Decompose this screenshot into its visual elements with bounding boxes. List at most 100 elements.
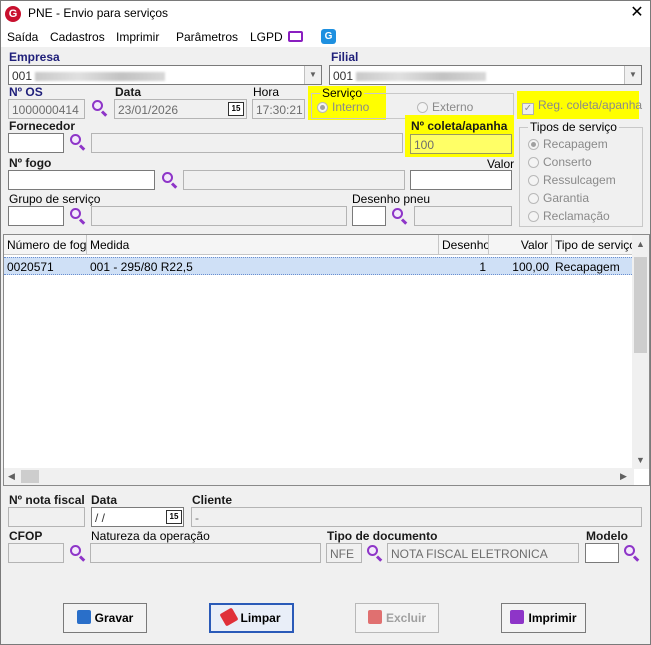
radio-conserto-label: Conserto [543,155,592,169]
menu-parametros[interactable]: Parâmetros [176,30,238,44]
scroll-up-icon[interactable]: ▲ [636,239,645,249]
main-window: G PNE - Envio para serviços ✕ Saída Cada… [0,0,651,645]
menu-bar: Saída Cadastros Imprimir Parâmetros LGPD… [1,27,650,47]
natureza-label: Natureza da operação [91,529,210,543]
radio-icon [528,157,539,168]
title-bar: G PNE - Envio para serviços ✕ [1,1,650,27]
horizontal-scrollbar[interactable]: ◀ ▶ [4,468,634,485]
footer-data-label: Data [91,493,118,507]
fornecedor-code-field[interactable] [8,133,64,153]
app-g-icon[interactable]: G [321,29,336,44]
scroll-thumb[interactable] [21,470,39,483]
menu-imprimir[interactable]: Imprimir [116,30,159,44]
modelo-label: Modelo [586,529,628,543]
menu-saida[interactable]: Saída [7,30,38,44]
grid-header: Número de fogo Medida Desenho Valor Tipo… [4,235,634,255]
col-numero-fogo[interactable]: Número de fogo [4,235,87,255]
hora-field: 17:30:21 [252,99,305,119]
valor-label: Valor [487,157,515,171]
filial-label: Filial [331,50,359,64]
valor-field[interactable] [410,170,512,190]
col-medida[interactable]: Medida [87,235,439,255]
window-title: PNE - Envio para serviços [28,6,169,20]
radio-reclamacao-label: Reclamação [543,209,610,223]
scroll-thumb[interactable] [634,257,647,353]
grupo-code-field[interactable] [8,206,64,226]
desenho-code-field[interactable] [352,206,386,226]
reg-coleta-checkbox[interactable]: ✓ Reg. coleta/apanha [522,98,642,115]
empresa-combo[interactable]: 001 ▼ [8,65,322,85]
excluir-button[interactable]: Excluir [355,603,439,633]
radio-icon [528,211,539,222]
os-label: Nº OS [9,85,43,99]
grupo-desc-field [91,206,347,226]
cfop-field [8,543,64,563]
items-grid[interactable]: Número de fogo Medida Desenho Valor Tipo… [3,234,650,486]
calendar-icon[interactable]: 15 [228,102,244,116]
imprimir-label: Imprimir [528,611,577,625]
search-icon[interactable] [623,544,641,562]
calendar-icon[interactable]: 15 [166,510,182,524]
cell-fogo: 0020571 [7,260,54,274]
chevron-down-icon[interactable]: ▼ [304,66,321,84]
search-icon[interactable] [91,99,109,117]
tipo-doc-desc-field: NOTA FISCAL ELETRONICA [387,543,579,563]
desenho-desc-field [414,206,512,226]
fogo-label: Nº fogo [9,156,52,170]
fogo-desc-field [183,170,405,190]
cell-valor: 100,00 [512,260,549,274]
scroll-right-icon[interactable]: ▶ [620,471,627,482]
cell-desenho: 1 [479,260,486,274]
col-tipo-servico[interactable]: Tipo de serviço [552,235,634,255]
coleta-field[interactable]: 100 [410,134,512,154]
col-desenho[interactable]: Desenho [439,235,489,255]
scroll-left-icon[interactable]: ◀ [8,471,15,482]
data-label: Data [115,85,142,99]
menu-lgpd[interactable]: LGPD [250,30,283,44]
imprimir-button[interactable]: Imprimir [501,603,586,633]
limpar-button[interactable]: Limpar [209,603,294,633]
radio-externo[interactable]: Externo [417,100,473,114]
reg-coleta-label: Reg. coleta/apanha [538,98,643,112]
fogo-field[interactable] [8,170,155,190]
vertical-scrollbar[interactable]: ▲ ▼ [632,235,649,469]
radio-ressulcagem[interactable]: Ressulcagem [528,173,616,187]
cliente-field: - [191,507,642,527]
search-icon[interactable] [391,207,409,225]
radio-ressulcagem-label: Ressulcagem [543,173,616,187]
gravar-button[interactable]: Gravar [63,603,147,633]
servico-title: Serviço [320,86,365,100]
radio-garantia[interactable]: Garantia [528,191,589,205]
fornecedor-label: Fornecedor [9,119,76,133]
scroll-down-icon[interactable]: ▼ [636,455,645,465]
table-row[interactable]: 0020571 001 - 295/80 R22,5 1 100,00 Reca… [4,257,634,275]
radio-interno[interactable]: Interno [317,100,369,114]
modelo-field[interactable] [585,543,619,563]
radio-externo-label: Externo [432,100,474,114]
radio-reclamacao[interactable]: Reclamação [528,209,610,223]
search-icon[interactable] [69,133,87,151]
radio-recapagem[interactable]: Recapagem [528,137,608,151]
close-icon[interactable]: ✕ [627,3,647,23]
search-icon[interactable] [69,544,87,562]
menu-cadastros[interactable]: Cadastros [50,30,105,44]
radio-garantia-label: Garantia [543,191,590,205]
cell-tipo: Recapagem [555,260,620,274]
monitor-icon[interactable] [288,31,303,42]
radio-icon [528,193,539,204]
nota-fiscal-field [8,507,85,527]
filial-combo[interactable]: 001 ▼ [329,65,642,85]
radio-selected-icon [317,102,328,113]
cliente-label: Cliente [192,493,233,507]
search-icon[interactable] [69,207,87,225]
tipo-doc-label: Tipo de documento [327,529,438,543]
radio-icon [417,102,428,113]
search-icon[interactable] [366,544,384,562]
search-icon[interactable] [161,171,179,189]
radio-conserto[interactable]: Conserto [528,155,592,169]
chevron-down-icon[interactable]: ▼ [624,66,641,84]
excluir-label: Excluir [385,611,427,625]
col-valor[interactable]: Valor [489,235,552,255]
cell-medida: 001 - 295/80 R22,5 [90,260,193,274]
grupo-label: Grupo de serviço [9,192,101,206]
